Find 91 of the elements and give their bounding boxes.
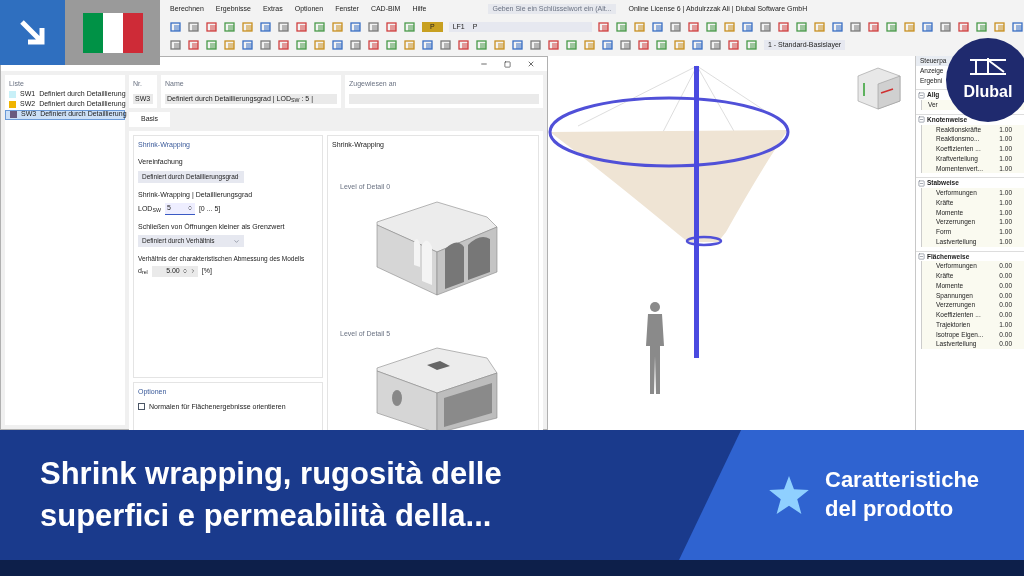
toolbar-tool-icon[interactable] [242, 21, 254, 33]
toolbar-tool-icon[interactable] [314, 21, 326, 33]
bridge-icon [968, 56, 1008, 76]
toolbar-tool-icon[interactable] [922, 21, 934, 33]
toolbar-tool-icon[interactable] [314, 39, 326, 51]
toolbar-tool-icon[interactable] [350, 39, 362, 51]
toolbar-tool-icon[interactable] [688, 21, 700, 33]
toolbar-tool-icon[interactable] [742, 21, 754, 33]
toolbar-tool-icon[interactable] [620, 39, 632, 51]
toolbar-tool-icon[interactable] [170, 39, 182, 51]
toolbar-tool-icon[interactable] [832, 21, 844, 33]
toolbar-tool-icon[interactable] [796, 21, 808, 33]
toolbar-tool-icon[interactable] [638, 39, 650, 51]
toolbar-tool-icon[interactable] [814, 21, 826, 33]
chevron-right-icon[interactable] [189, 268, 196, 275]
category-text: Caratteristiche del prodotto [825, 466, 981, 523]
minimize-icon[interactable] [480, 60, 488, 68]
toolbar-tool-icon[interactable] [440, 39, 452, 51]
toolbar-tool-icon[interactable] [868, 21, 880, 33]
toolbar-tool-icon[interactable] [958, 21, 970, 33]
toolbar-tool-icon[interactable] [242, 39, 254, 51]
toolbar-tool-icon[interactable] [170, 21, 182, 33]
toolbar-tool-icon[interactable] [728, 39, 740, 51]
toolbar-tool-icon[interactable] [602, 39, 614, 51]
toolbar-tool-icon[interactable] [512, 39, 524, 51]
toolbar-tool-icon[interactable] [386, 21, 398, 33]
toolbar-tool-icon[interactable] [1012, 21, 1024, 33]
toolbar-tool-icon[interactable] [710, 39, 722, 51]
toolbar-tool-icon[interactable] [566, 39, 578, 51]
collapse-toggle-icon[interactable] [918, 116, 925, 124]
toolbar-tool-icon[interactable] [224, 39, 236, 51]
toolbar-tool-icon[interactable] [206, 39, 218, 51]
toolbar-tool-icon[interactable] [634, 21, 646, 33]
toolbar-tool-icon[interactable] [386, 39, 398, 51]
close-icon[interactable] [527, 60, 535, 68]
toolbar-tool-icon[interactable] [850, 21, 862, 33]
toolbar-tool-icon[interactable] [260, 21, 272, 33]
collapse-toggle-icon[interactable] [918, 91, 925, 99]
toolbar-tool-icon[interactable] [724, 21, 736, 33]
toolbar-tool-icon[interactable] [670, 21, 682, 33]
checkbox[interactable] [138, 403, 145, 411]
chevron-icon [233, 237, 240, 245]
toolbar-tool-icon[interactable] [404, 21, 416, 33]
toolbar-tool-icon[interactable] [706, 21, 718, 33]
italian-flag-icon [81, 12, 144, 53]
arrow-icon [17, 17, 48, 48]
collapse-toggle-icon[interactable] [918, 179, 925, 187]
toolbar-tool-icon[interactable] [746, 39, 758, 51]
toolbar-tool-icon[interactable] [760, 21, 772, 33]
toolbar-tool-icon[interactable] [994, 21, 1006, 33]
toolbar-tool-icon[interactable] [584, 39, 596, 51]
toolbar-tool-icon[interactable] [224, 21, 236, 33]
toolbar-tool-icon[interactable] [656, 39, 668, 51]
toolbar-tool-icon[interactable] [404, 39, 416, 51]
spinner-arrows-icon[interactable] [181, 268, 188, 275]
toolbar-tool-icon[interactable] [548, 39, 560, 51]
toolbar-tool-icon[interactable] [458, 39, 470, 51]
toolbar-tool-icon[interactable] [368, 21, 380, 33]
toolbar-tool-icon[interactable] [188, 39, 200, 51]
toolbar-tool-icon[interactable] [332, 39, 344, 51]
toolbar-tool-icon[interactable] [278, 21, 290, 33]
nav-cube-icon [857, 67, 901, 110]
toolbar-tool-icon[interactable] [692, 39, 704, 51]
toolbar-tool-icon[interactable] [674, 39, 686, 51]
toolbar-tool-icon[interactable] [976, 21, 988, 33]
toolbar-tool-icon[interactable] [476, 39, 488, 51]
star-icon [769, 476, 809, 514]
logo-text: Dlubal [963, 82, 1013, 102]
toolbar-tool-icon[interactable] [368, 39, 380, 51]
toolbar-tool-icon[interactable] [350, 21, 362, 33]
toolbar-tool-icon[interactable] [778, 21, 790, 33]
toolbar-tool-icon[interactable] [598, 21, 610, 33]
banner-title: Shrink wrapping, rugosità delle superfici e permeabilità della... [40, 455, 503, 535]
toolbar-tool-icon[interactable] [940, 21, 952, 33]
toolbar-tool-icon[interactable] [206, 21, 218, 33]
toolbar-tool-icon[interactable] [904, 21, 916, 33]
toolbar-tool-icon[interactable] [886, 21, 898, 33]
toolbar-tool-icon[interactable] [188, 21, 200, 33]
collapse-toggle-icon[interactable] [918, 252, 925, 260]
toolbar-tool-icon[interactable] [332, 21, 344, 33]
toolbar-tool-icon[interactable] [296, 39, 308, 51]
spinner-arrows-icon[interactable] [186, 205, 193, 212]
toolbar-tool-icon[interactable] [422, 39, 434, 51]
toolbar-tool-icon[interactable] [616, 21, 628, 33]
maximize-icon[interactable] [504, 60, 511, 68]
toolbar-tool-icon[interactable] [296, 21, 308, 33]
toolbar-tool-icon[interactable] [530, 39, 542, 51]
toolbar-tool-icon[interactable] [494, 39, 506, 51]
toolbar-tool-icon[interactable] [260, 39, 272, 51]
toolbar-tool-icon[interactable] [652, 21, 664, 33]
toolbar-tool-icon[interactable] [278, 39, 290, 51]
